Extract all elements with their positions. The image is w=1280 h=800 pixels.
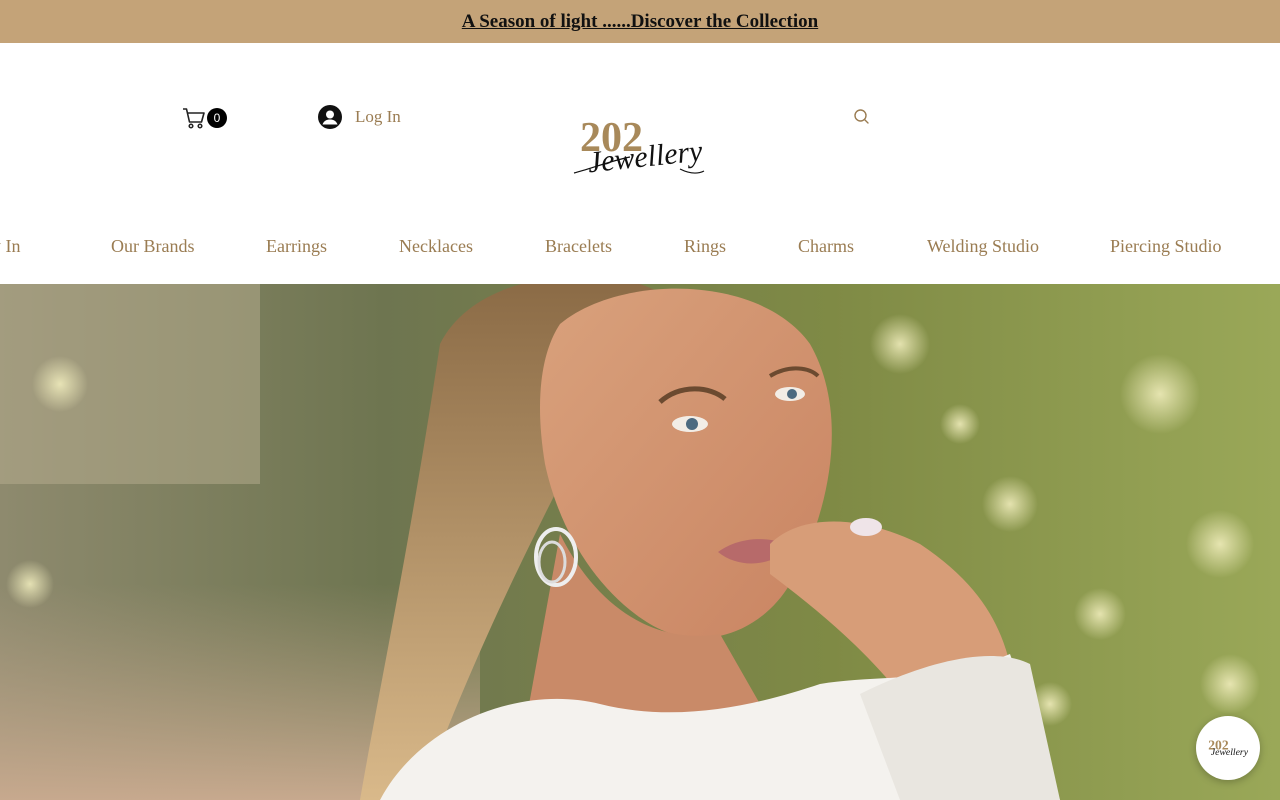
nav-item-new-in[interactable]: New In [0,236,20,257]
search-button[interactable] [852,107,872,127]
nav-item-necklaces[interactable]: Necklaces [399,236,473,257]
cart-icon [183,108,205,129]
nav-item-earrings[interactable]: Earrings [266,236,327,257]
nav-item-welding-studio[interactable]: Welding Studio [927,236,1039,257]
announcement-bar: A Season of light ......Discover the Col… [0,0,1280,43]
cart-count-badge: 0 [207,108,227,128]
main-nav: New In Our Brands Earrings Necklaces Bra… [0,225,1280,265]
site-header: 0 Log In 202 Jewellery New In Our Brands… [0,43,1280,284]
hero-image[interactable] [0,284,1280,800]
nav-item-piercing-studio[interactable]: Piercing Studio [1110,236,1222,257]
nav-item-our-brands[interactable]: Our Brands [111,236,195,257]
login-label: Log In [355,107,401,126]
site-logo[interactable]: 202 Jewellery [570,111,712,183]
user-icon [318,105,342,129]
chat-widget-button[interactable]: 202 Jewellery [1196,716,1260,780]
search-icon [854,109,869,124]
announcement-link[interactable]: A Season of light ......Discover the Col… [462,11,818,33]
nav-item-rings[interactable]: Rings [684,236,726,257]
nav-item-charms[interactable]: Charms [798,236,854,257]
login-button[interactable]: Log In [318,104,401,130]
svg-text:Jewellery: Jewellery [1211,747,1249,758]
nav-item-bracelets[interactable]: Bracelets [545,236,612,257]
cart-button[interactable]: 0 [182,106,230,132]
chat-logo-icon: 202 Jewellery [1208,737,1249,758]
